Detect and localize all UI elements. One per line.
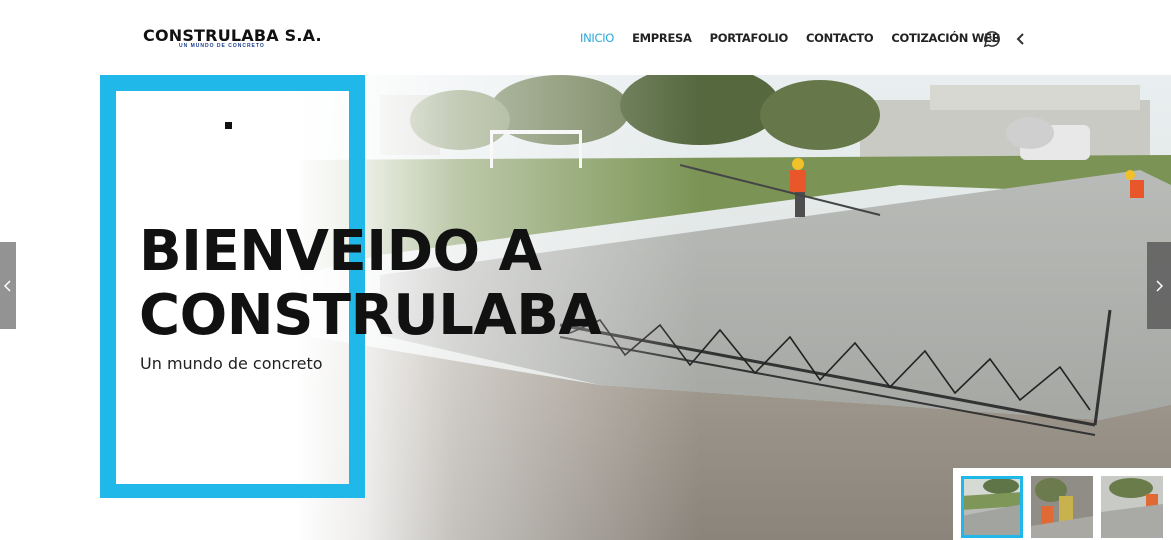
hero-title-line-1: BIENVEIDO A xyxy=(139,219,542,284)
nav-item-contacto[interactable]: CONTACTO xyxy=(806,31,874,45)
slider-prev-button[interactable] xyxy=(0,242,16,329)
accent-square xyxy=(225,122,232,129)
chevron-right-icon xyxy=(1156,279,1163,292)
whatsapp-icon[interactable] xyxy=(983,30,1001,48)
brand-logo[interactable]: CONSTRULABA S.A. UN MUNDO DE CONCRETO xyxy=(143,27,322,50)
chevron-left-icon[interactable] xyxy=(1012,30,1030,48)
hero-subtitle: Un mundo de concreto xyxy=(140,354,323,373)
nav-item-inicio[interactable]: INICIO xyxy=(580,31,614,45)
main-nav: INICIO EMPRESA PORTAFOLIO CONTACTO COTIZ… xyxy=(580,31,1018,45)
hero-title: BIENVEIDO A CONSTRULABA xyxy=(139,219,602,348)
slider-next-button[interactable] xyxy=(1147,242,1171,329)
site-header: CONSTRULABA S.A. UN MUNDO DE CONCRETO IN… xyxy=(0,0,1171,75)
nav-item-portafolio[interactable]: PORTAFOLIO xyxy=(710,31,789,45)
slider-thumbnail-1[interactable] xyxy=(961,476,1023,538)
hero-title-line-2: CONSTRULABA xyxy=(139,283,602,348)
nav-item-empresa[interactable]: EMPRESA xyxy=(632,31,692,45)
slider-thumbnail-3[interactable] xyxy=(1101,476,1163,538)
brand-tagline: UN MUNDO DE CONCRETO xyxy=(179,43,265,49)
hero-slider: BIENVEIDO A CONSTRULABA Un mundo de conc… xyxy=(0,75,1171,540)
slider-thumbnails xyxy=(953,468,1171,540)
slider-thumbnail-2[interactable] xyxy=(1031,476,1093,538)
chevron-left-icon xyxy=(4,279,11,292)
